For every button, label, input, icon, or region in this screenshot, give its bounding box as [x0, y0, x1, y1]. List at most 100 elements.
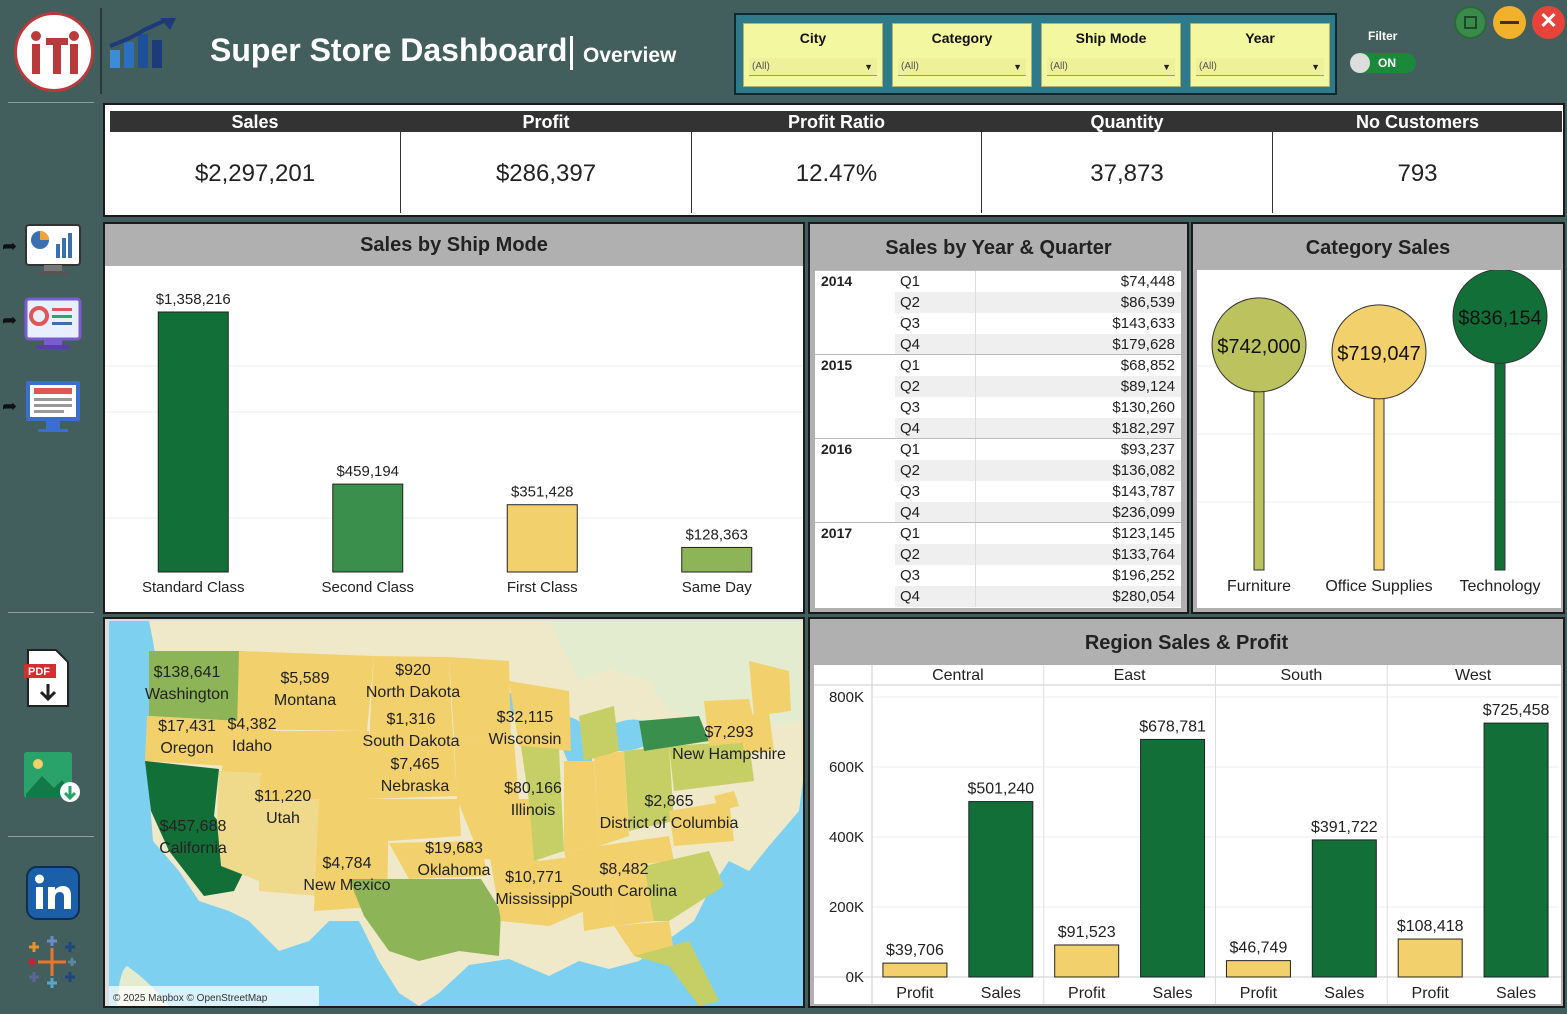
- quarter-label: Q4: [900, 420, 921, 437]
- map-value-label: $920: [395, 662, 431, 679]
- report-monitor-icon[interactable]: [24, 378, 82, 436]
- table-row[interactable]: 2016 Q1 $93,237: [815, 439, 1181, 460]
- filter-ship-mode[interactable]: Ship Mode (All) ▼: [1041, 23, 1181, 87]
- dashboard-monitor-icon[interactable]: [24, 222, 82, 280]
- column-divider: [975, 271, 976, 292]
- map-state-label: South Dakota: [363, 733, 460, 750]
- ship-mode-bar[interactable]: [506, 504, 578, 573]
- linkedin-icon[interactable]: [26, 866, 80, 920]
- measure-label: Sales: [1324, 985, 1364, 1002]
- ship-mode-bar[interactable]: [681, 546, 753, 573]
- region-bar[interactable]: [882, 962, 948, 978]
- region-label: South: [1280, 667, 1322, 684]
- table-row[interactable]: 2014 Q1 $74,448: [815, 271, 1181, 292]
- bar-label: $391,722: [1311, 819, 1378, 836]
- sales-value: $68,852: [1120, 357, 1175, 374]
- region-bar[interactable]: [968, 801, 1034, 978]
- region-bar[interactable]: [1054, 944, 1120, 978]
- tableau-icon[interactable]: [24, 934, 80, 990]
- region-bar[interactable]: [1483, 722, 1549, 978]
- chevron-down-icon: ▼: [1013, 62, 1022, 72]
- map-value-label: $4,382: [228, 716, 277, 733]
- minimize-button[interactable]: [1493, 6, 1526, 39]
- map-value-label: $138,641: [154, 664, 221, 681]
- table-row[interactable]: Q4 $280,054: [815, 586, 1181, 607]
- sales-value: $236,099: [1112, 504, 1175, 521]
- sales-value: $130,260: [1112, 399, 1175, 416]
- bar-label: $1,358,216: [156, 291, 231, 308]
- sales-map[interactable]: $138,641 Washington $5,589 Montana $920 North…: [109, 621, 803, 1006]
- bar-label: $678,781: [1139, 718, 1206, 735]
- bar-label: $128,363: [685, 526, 748, 543]
- table-row[interactable]: Q2 $89,124: [815, 376, 1181, 397]
- pdf-download-icon[interactable]: PDF: [24, 648, 72, 707]
- ship-mode-bar[interactable]: [332, 483, 404, 573]
- map-state-label: Washington: [145, 686, 229, 703]
- map-value-label: $5,589: [281, 670, 330, 687]
- filter-year[interactable]: Year (All) ▼: [1190, 23, 1330, 87]
- sales-value: $196,252: [1112, 567, 1175, 584]
- region-bar[interactable]: [1311, 839, 1377, 978]
- maximize-button[interactable]: [1454, 6, 1487, 39]
- filter-select[interactable]: (All) ▼: [749, 58, 877, 76]
- region-panel: Region Sales & Profit 0K 200K 400K 600K 800K…: [808, 617, 1565, 1008]
- column-divider: [975, 376, 976, 397]
- map-value-label: $2,865: [645, 793, 694, 810]
- table-row[interactable]: Q2 $133,764: [815, 544, 1181, 565]
- filter-select[interactable]: (All) ▼: [898, 58, 1026, 76]
- region-bar[interactable]: [1397, 938, 1463, 978]
- close-button[interactable]: ✕: [1532, 6, 1565, 39]
- table-row[interactable]: Q3 $130,260: [815, 397, 1181, 418]
- sales-value: $143,633: [1112, 315, 1175, 332]
- year-label: 2017: [821, 525, 853, 541]
- quarter-label: Q4: [900, 336, 921, 353]
- kpi-label: Sales: [110, 111, 400, 132]
- filter-value: (All): [1199, 61, 1217, 72]
- table-row[interactable]: Q2 $136,082: [815, 460, 1181, 481]
- svg-text:PDF: PDF: [28, 666, 50, 678]
- bar-label: $91,523: [1058, 924, 1116, 941]
- quarter-label: Q3: [900, 399, 921, 416]
- map-value-label: $8,482: [600, 861, 649, 878]
- sales-value: $89,124: [1120, 378, 1175, 395]
- y-tick-label: 600K: [829, 759, 864, 776]
- region-bar[interactable]: [1140, 738, 1206, 978]
- map-value-label: $80,166: [504, 780, 562, 797]
- arrow-icon: ➦: [2, 236, 18, 256]
- kpi-profit: Profit $286,397: [401, 111, 692, 213]
- measure-label: Sales: [1496, 985, 1536, 1002]
- analytics-monitor-icon[interactable]: [24, 296, 82, 354]
- kpi-value: 12.47%: [795, 160, 878, 187]
- table-row[interactable]: Q3 $143,787: [815, 481, 1181, 502]
- map-state-label: Nebraska: [381, 778, 450, 795]
- table-row[interactable]: Q4 $179,628: [815, 334, 1181, 355]
- map-value-label: $4,784: [323, 855, 372, 872]
- filter-select[interactable]: (All) ▼: [1196, 58, 1324, 76]
- region-bar[interactable]: [1225, 960, 1291, 978]
- table-row[interactable]: 2017 Q1 $123,145: [815, 523, 1181, 544]
- ship-mode-bar[interactable]: [157, 311, 229, 573]
- table-row[interactable]: 2015 Q1 $68,852: [815, 355, 1181, 376]
- sales-value: $93,237: [1120, 441, 1175, 458]
- close-icon: ✕: [1539, 8, 1558, 33]
- table-row[interactable]: Q3 $196,252: [815, 565, 1181, 586]
- filter-toggle[interactable]: ON: [1350, 53, 1416, 73]
- measure-label: Sales: [1153, 985, 1193, 1002]
- map-state-label: California: [159, 840, 227, 857]
- filter-city[interactable]: City (All) ▼: [743, 23, 883, 87]
- quarter-label: Q4: [900, 504, 921, 521]
- category-label: Office Supplies: [1325, 578, 1432, 595]
- map-attribution[interactable]: © 2025 Mapbox © OpenStreetMap: [113, 993, 268, 1004]
- filter-category[interactable]: Category (All) ▼: [892, 23, 1032, 87]
- filter-select[interactable]: (All) ▼: [1047, 58, 1175, 76]
- column-divider: [975, 544, 976, 565]
- image-download-icon[interactable]: [24, 748, 82, 806]
- bar-label: $351,428: [511, 484, 574, 501]
- table-row[interactable]: Q3 $143,633: [815, 313, 1181, 334]
- table-row[interactable]: Q4 $236,099: [815, 502, 1181, 523]
- table-row[interactable]: Q2 $86,539: [815, 292, 1181, 313]
- year-label: 2015: [821, 357, 853, 373]
- sales-value: $182,297: [1112, 420, 1175, 437]
- table-row[interactable]: Q4 $182,297: [815, 418, 1181, 439]
- kpi-quantity: Quantity 37,873: [982, 111, 1273, 213]
